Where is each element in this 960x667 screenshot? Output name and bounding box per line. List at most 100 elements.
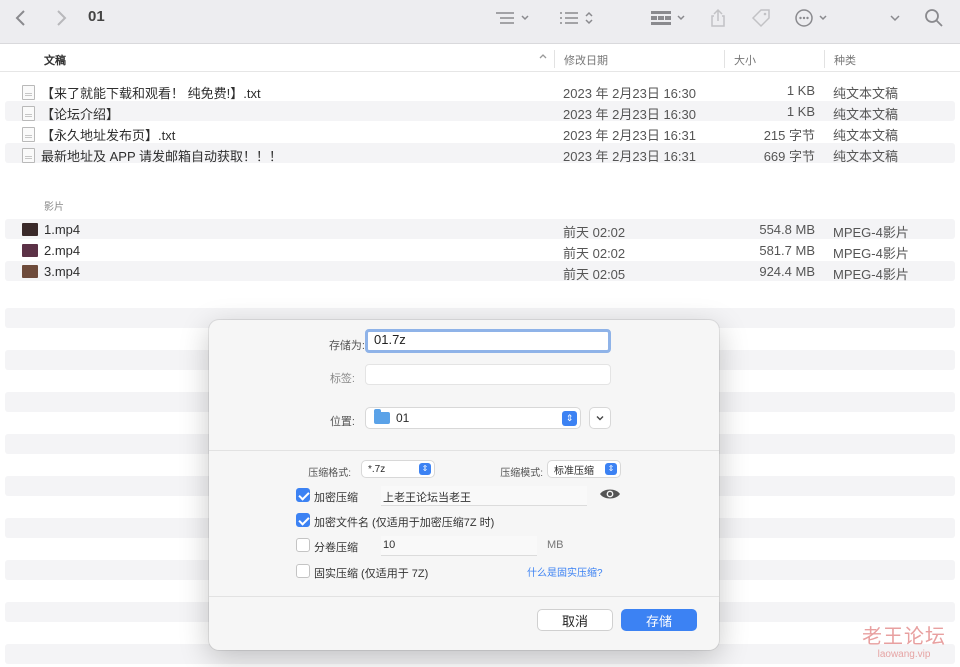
- tag-icon[interactable]: [750, 6, 772, 30]
- file-kind: MPEG-4影片: [833, 246, 909, 261]
- save-button[interactable]: 存储: [621, 609, 697, 631]
- section-header-movies: 影片: [44, 202, 64, 213]
- video-thumbnail-icon: [22, 223, 38, 236]
- file-size: 1 KB: [786, 83, 815, 98]
- format-label: 压缩格式:: [308, 468, 351, 479]
- solid-help-link[interactable]: 什么是固实压缩?: [527, 564, 603, 579]
- text-file-icon: [22, 106, 35, 121]
- file-date: 前天 02:02: [563, 225, 626, 240]
- file-size: 1 KB: [786, 104, 815, 119]
- solid-label: 固实压缩 (仅适用于 7Z): [314, 568, 429, 580]
- password-field[interactable]: 上老王论坛当老王: [381, 486, 587, 506]
- list-view-icon[interactable]: [494, 6, 532, 30]
- list-item[interactable]: 【来了就能下载和观看！ 纯免费!】.txt 2023 年 2月23日 16:30…: [5, 80, 955, 101]
- folder-icon: [374, 409, 390, 424]
- mode-popup[interactable]: 标准压缩 ⇕: [547, 460, 621, 478]
- column-separator: [554, 50, 555, 68]
- column-header: 文稿 修改日期 大小 种类: [0, 46, 960, 72]
- file-date: 2023 年 2月23日 16:30: [563, 107, 696, 122]
- column-separator: [724, 50, 725, 68]
- column-size[interactable]: 大小: [734, 52, 756, 68]
- back-icon[interactable]: [14, 6, 28, 30]
- save-as-field[interactable]: 01.7z: [365, 329, 611, 353]
- file-name: 【来了就能下载和观看！ 纯免费!】.txt: [41, 86, 261, 101]
- group-icon[interactable]: [558, 6, 598, 30]
- tags-label: 标签:: [329, 373, 355, 385]
- chevron-down-icon[interactable]: [888, 6, 902, 30]
- up-down-icon: ⇕: [419, 463, 431, 475]
- list-item[interactable]: 1.mp4 前天 02:02 554.8 MB MPEG-4影片: [5, 219, 955, 240]
- list-item[interactable]: 【论坛介绍】 2023 年 2月23日 16:30 1 KB 纯文本文稿: [5, 101, 955, 122]
- sort-chevron-icon[interactable]: [538, 51, 548, 64]
- list-item[interactable]: 【永久地址发布页】.txt 2023 年 2月23日 16:31 215 字节 …: [5, 122, 955, 143]
- share-icon[interactable]: [709, 6, 727, 30]
- toolbar: 01: [0, 0, 960, 44]
- divider: [209, 450, 719, 451]
- file-date: 前天 02:05: [563, 267, 626, 282]
- expand-button[interactable]: [589, 407, 611, 429]
- window-title: 01: [88, 8, 105, 25]
- tags-field[interactable]: [365, 364, 611, 385]
- format-value: *.7z: [368, 463, 386, 475]
- text-file-icon: [22, 85, 35, 100]
- encrypt-label: 加密压缩: [314, 492, 358, 504]
- file-kind: 纯文本文稿: [833, 107, 899, 122]
- format-popup[interactable]: *.7z ⇕: [361, 460, 435, 478]
- column-date[interactable]: 修改日期: [564, 52, 608, 68]
- chevron-down-icon: [596, 416, 604, 421]
- file-kind: MPEG-4影片: [833, 225, 909, 240]
- forward-icon[interactable]: [54, 6, 68, 30]
- split-checkbox[interactable]: [296, 538, 310, 552]
- file-date: 前天 02:02: [563, 246, 626, 261]
- file-date: 2023 年 2月23日 16:31: [563, 128, 696, 143]
- text-file-icon: [22, 127, 35, 142]
- watermark-text: 老王论坛: [862, 626, 946, 648]
- split-label: 分卷压缩: [314, 542, 358, 554]
- cancel-button[interactable]: 取消: [537, 609, 613, 631]
- file-kind: 纯文本文稿: [833, 149, 899, 164]
- split-size-field[interactable]: 10: [381, 536, 537, 556]
- file-date: 2023 年 2月23日 16:30: [563, 86, 696, 101]
- file-size: 554.8 MB: [759, 222, 815, 237]
- show-password-eye-icon[interactable]: [599, 487, 621, 504]
- mode-label: 压缩模式:: [500, 468, 543, 479]
- file-size: 924.4 MB: [759, 264, 815, 279]
- file-size: 669 字节: [763, 149, 815, 164]
- column-kind[interactable]: 种类: [834, 52, 856, 68]
- encrypt-filenames-checkbox[interactable]: [296, 513, 310, 527]
- video-thumbnail-icon: [22, 244, 38, 257]
- file-kind: MPEG-4影片: [833, 267, 909, 282]
- search-icon[interactable]: [924, 6, 944, 30]
- list-item[interactable]: 3.mp4 前天 02:05 924.4 MB MPEG-4影片: [5, 261, 955, 282]
- file-kind: 纯文本文稿: [833, 128, 899, 143]
- solid-checkbox[interactable]: [296, 564, 310, 578]
- up-down-icon: ⇕: [562, 411, 577, 426]
- encrypt-checkbox[interactable]: [296, 488, 310, 502]
- gallery-icon[interactable]: [650, 6, 690, 30]
- column-name[interactable]: 文稿: [44, 52, 66, 68]
- encrypt-filenames-label: 加密文件名 (仅适用于加密压缩7Z 时): [314, 517, 495, 529]
- file-name: 2.mp4: [44, 243, 81, 258]
- more-icon[interactable]: [794, 6, 832, 30]
- file-size: 215 字节: [763, 128, 815, 143]
- save-dialog: 存储为: 01.7z 标签: 位置: 01 ⇕ 压缩格式: *.7z ⇕ 压缩模…: [209, 320, 719, 650]
- file-name: 最新地址及 APP 请发邮箱自动获取！！！: [41, 149, 283, 164]
- column-separator: [824, 50, 825, 68]
- divider: [209, 596, 719, 597]
- list-item[interactable]: 2.mp4 前天 02:02 581.7 MB MPEG-4影片: [5, 240, 955, 261]
- file-name: 3.mp4: [44, 264, 81, 279]
- file-size: 581.7 MB: [759, 243, 815, 258]
- split-unit: MB: [547, 539, 564, 551]
- save-as-label: 存储为:: [328, 340, 365, 352]
- file-date: 2023 年 2月23日 16:31: [563, 149, 696, 164]
- file-name: 1.mp4: [44, 222, 81, 237]
- file-name: 【论坛介绍】: [41, 107, 120, 122]
- file-kind: 纯文本文稿: [833, 86, 899, 101]
- location-label: 位置:: [329, 416, 355, 428]
- text-file-icon: [22, 148, 35, 163]
- location-popup[interactable]: 01 ⇕: [365, 407, 581, 429]
- file-name: 【永久地址发布页】.txt: [41, 128, 176, 143]
- video-thumbnail-icon: [22, 265, 38, 278]
- list-item[interactable]: 最新地址及 APP 请发邮箱自动获取！！！ 2023 年 2月23日 16:31…: [5, 143, 955, 164]
- mode-value: 标准压缩: [554, 465, 594, 477]
